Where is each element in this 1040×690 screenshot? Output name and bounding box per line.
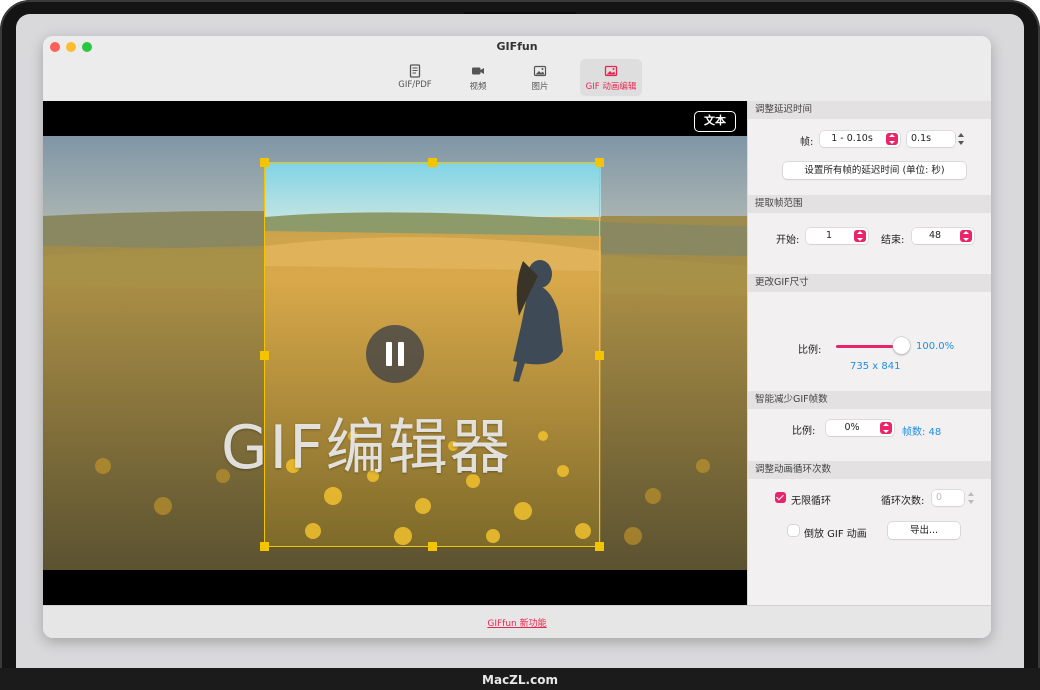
loop-count-stepper[interactable] <box>967 490 976 506</box>
tab-gif-pdf[interactable]: GIF/PDF <box>384 59 446 96</box>
crop-handle-bottom-right[interactable] <box>595 542 604 551</box>
tab-video[interactable]: 视频 <box>447 59 509 96</box>
gif-preview-stage[interactable]: 文本 GIF编辑器 <box>43 101 747 605</box>
crop-handle-bottom-left[interactable] <box>260 542 269 551</box>
pause-icon <box>398 342 404 366</box>
frame-select-value: 1 - 0.10s <box>831 133 873 144</box>
section-delay-title: 调整延迟时间 <box>748 101 991 119</box>
app-window: GIFfun GIF/PDF 视频 图片 GIF 动画编辑 文本 GIF编辑器 … <box>43 36 991 638</box>
video-camera-icon <box>472 67 484 75</box>
chevron-updown-icon <box>960 230 972 242</box>
crop-handle-top-right[interactable] <box>595 158 604 167</box>
tab-label: GIF/PDF <box>398 80 432 90</box>
reverse-gif-checkbox[interactable] <box>788 525 799 536</box>
loop-count-input[interactable]: 0 <box>932 490 964 506</box>
end-frame-value: 48 <box>928 230 942 241</box>
tab-image[interactable]: 图片 <box>509 59 571 96</box>
start-frame-select[interactable]: 1 <box>806 228 868 244</box>
chevron-updown-icon <box>854 230 866 242</box>
set-all-delay-button[interactable]: 设置所有帧的延迟时间 (单位: 秒) <box>783 162 966 179</box>
crop-handle-right[interactable] <box>595 351 604 360</box>
delay-input[interactable]: 0.1s <box>907 131 955 147</box>
tab-label: 图片 <box>531 82 549 92</box>
pause-button[interactable] <box>366 325 424 383</box>
reverse-gif-label: 倒放 GIF 动画 <box>804 529 867 540</box>
tab-gif-edit[interactable]: GIF 动画编辑 <box>580 59 642 96</box>
end-label: 结束: <box>881 235 905 246</box>
frame-count: 帧数: 48 <box>902 427 942 438</box>
reduce-scale-select[interactable]: 0% <box>826 420 894 436</box>
chevron-updown-icon <box>886 133 898 145</box>
frame-select[interactable]: 1 - 0.10s <box>820 131 900 147</box>
end-frame-select[interactable]: 48 <box>912 228 974 244</box>
start-frame-value: 1 <box>825 230 833 241</box>
section-size-title: 更改GIF尺寸 <box>748 274 991 292</box>
document-icon <box>409 64 421 78</box>
start-label: 开始: <box>776 235 800 246</box>
window-title: GIFfun <box>496 40 538 53</box>
settings-panel: 调整延迟时间 帧: 1 - 0.10s 0.1s 设置所有帧的延迟时间 (单位:… <box>747 101 991 605</box>
export-button[interactable]: 导出... <box>888 522 960 539</box>
loop-count-value: 0 <box>936 492 943 503</box>
crop-frame[interactable] <box>260 158 604 551</box>
pause-icon <box>386 342 392 366</box>
section-range-title: 提取帧范围 <box>748 195 991 213</box>
size-slider-knob[interactable] <box>893 337 910 354</box>
section-loop-title: 调整动画循环次数 <box>748 461 991 479</box>
delay-stepper[interactable] <box>957 131 966 147</box>
gif-dimensions: 735 x 841 <box>850 361 901 372</box>
infinite-loop-label: 无限循环 <box>791 496 831 507</box>
size-scale-value: 100.0% <box>916 341 955 352</box>
crop-handle-top[interactable] <box>428 158 437 167</box>
frame-label: 帧: <box>800 137 814 148</box>
reduce-scale-label: 比例: <box>792 426 816 437</box>
image-icon <box>533 65 547 77</box>
tab-label: GIF 动画编辑 <box>585 82 637 92</box>
reduce-scale-value: 0% <box>844 422 860 433</box>
loop-count-label: 循环次数: <box>881 496 925 507</box>
whats-new-link[interactable]: GIFfun 新功能 <box>43 616 991 629</box>
footer-bar: GIFfun 新功能 <box>43 605 991 638</box>
overlay-text[interactable]: GIF编辑器 <box>221 399 601 486</box>
chevron-updown-icon <box>880 422 892 434</box>
crop-handle-top-left[interactable] <box>260 158 269 167</box>
section-reduce-title: 智能减少GIF帧数 <box>748 391 991 409</box>
title-bar: GIFfun GIF/PDF 视频 图片 GIF 动画编辑 <box>43 36 991 102</box>
delay-input-value: 0.1s <box>911 133 932 144</box>
text-overlay-button[interactable]: 文本 <box>694 111 736 132</box>
crop-handle-bottom[interactable] <box>428 542 437 551</box>
crop-handle-left[interactable] <box>260 351 269 360</box>
tab-label: 视频 <box>469 82 487 92</box>
size-scale-label: 比例: <box>798 345 822 356</box>
brand-watermark: MacZL.com <box>482 673 558 687</box>
infinite-loop-checkbox[interactable] <box>775 492 786 503</box>
gif-edit-icon <box>604 65 618 77</box>
